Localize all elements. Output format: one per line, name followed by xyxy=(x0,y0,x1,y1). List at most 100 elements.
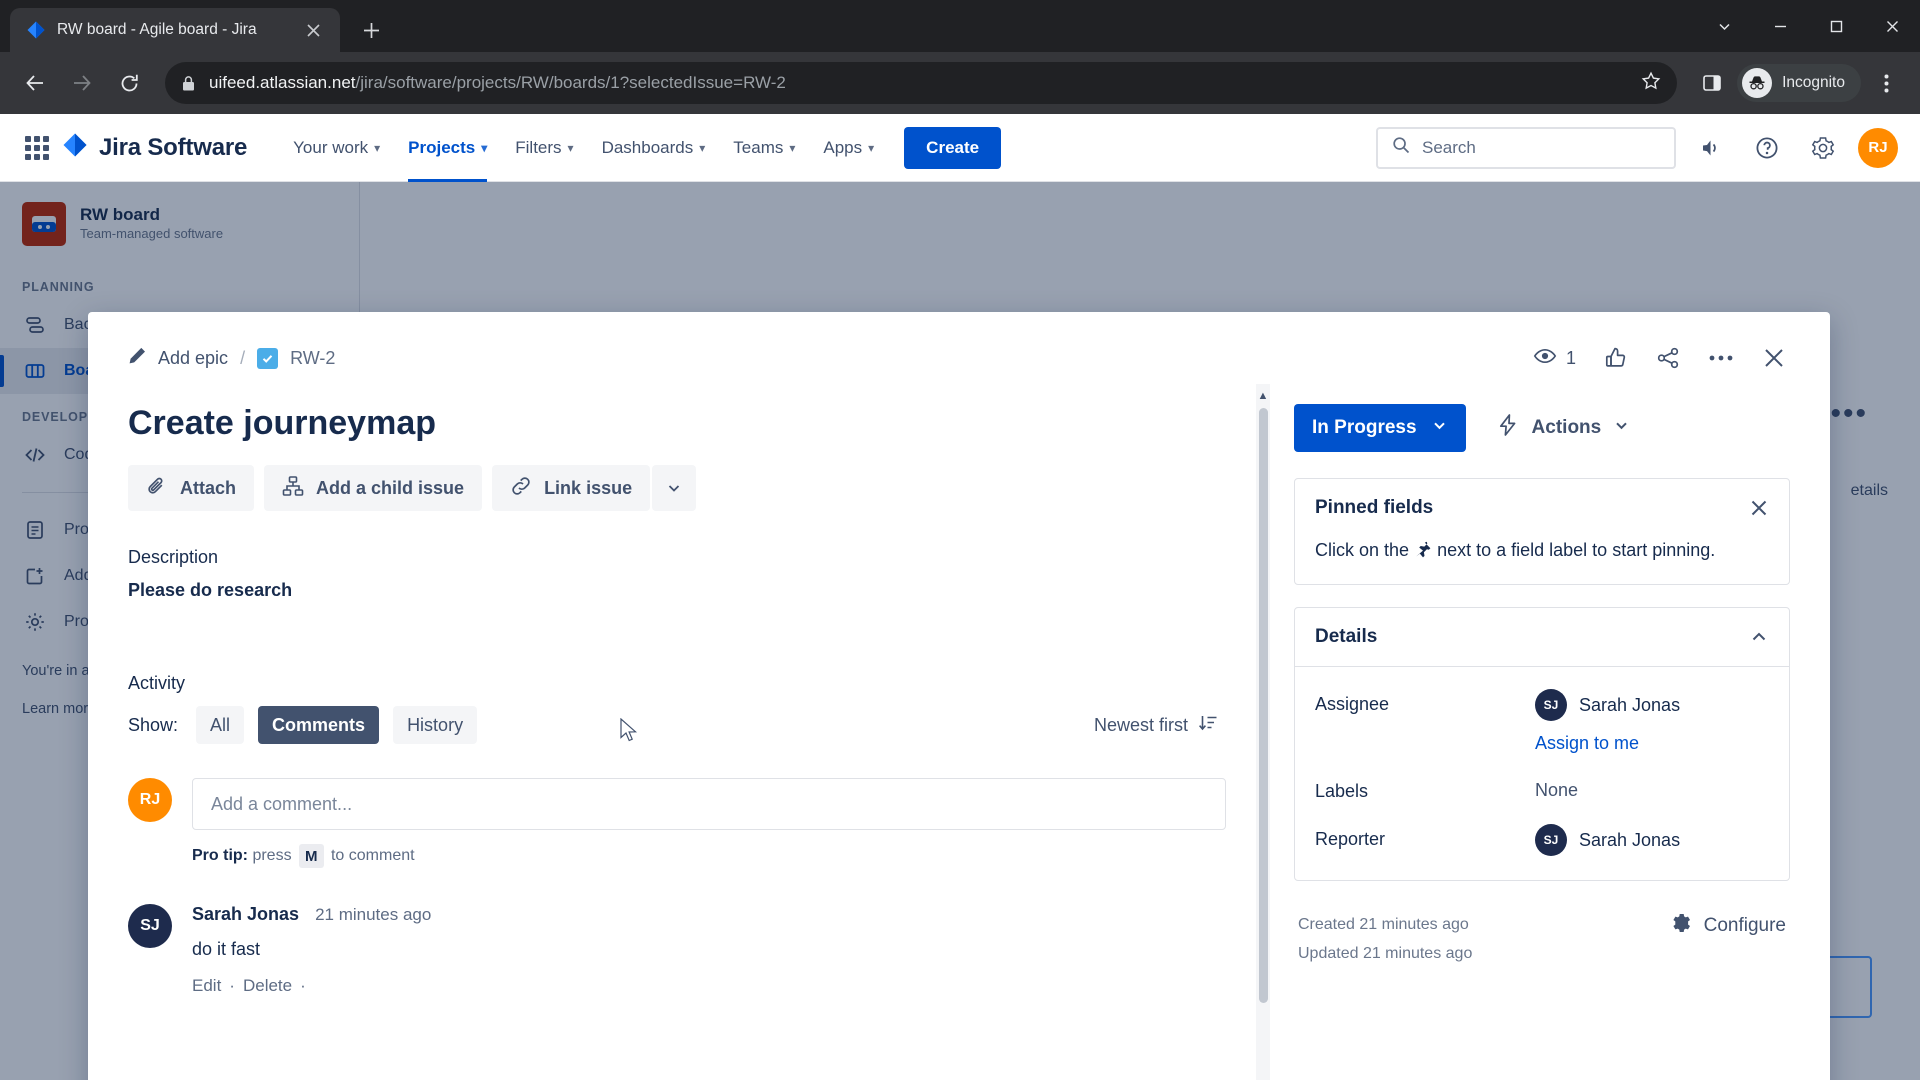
search-input[interactable]: Search xyxy=(1376,126,1676,169)
protip-suffix: to comment xyxy=(330,847,415,865)
filter-history[interactable]: History xyxy=(393,706,478,744)
back-icon[interactable] xyxy=(14,62,56,104)
protip-key: M xyxy=(299,844,324,868)
nav-item-apps[interactable]: Apps ▾ xyxy=(809,114,888,182)
eye-icon xyxy=(1533,344,1557,373)
field-label: Reporter xyxy=(1315,829,1386,849)
close-icon[interactable] xyxy=(300,17,326,43)
description-label: Description xyxy=(128,547,219,567)
breadcrumb: Add epic / RW-2 xyxy=(128,346,335,370)
chevron-down-icon[interactable] xyxy=(1696,0,1752,52)
nav-item-your-work[interactable]: Your work ▾ xyxy=(279,114,394,182)
field-labels: Labels None xyxy=(1315,776,1769,802)
nav-item-dashboards[interactable]: Dashboards ▾ xyxy=(588,114,720,182)
browser-chrome: RW board - Agile board - Jira uifeed.atl… xyxy=(0,0,1920,114)
chevron-up-icon[interactable] xyxy=(1749,627,1769,647)
link-issue-button[interactable]: Link issue xyxy=(492,465,651,511)
assign-to-me-link[interactable]: Assign to me xyxy=(1535,733,1680,754)
modal-body: Create journeymap Attach Add a child iss… xyxy=(88,384,1830,1080)
configure-button[interactable]: Configure xyxy=(1668,911,1786,941)
comment-delete-link[interactable]: Delete xyxy=(243,976,292,996)
actions-dropdown[interactable]: Actions xyxy=(1484,404,1643,452)
window-close-icon[interactable] xyxy=(1864,0,1920,52)
close-pinned-fields-button[interactable] xyxy=(1749,498,1769,518)
nav-item-filters[interactable]: Filters ▾ xyxy=(501,114,587,182)
create-button[interactable]: Create xyxy=(904,126,1002,169)
scrollbar-thumb[interactable] xyxy=(1258,408,1268,1003)
nav-item-projects[interactable]: Projects ▾ xyxy=(394,114,501,182)
comment-body: Sarah Jonas 21 minutes ago do it fast Ed… xyxy=(192,904,431,996)
labels-value[interactable]: None xyxy=(1535,776,1578,801)
share-button[interactable] xyxy=(1648,338,1688,378)
pencil-icon xyxy=(128,346,147,370)
status-dropdown[interactable]: In Progress xyxy=(1294,404,1466,452)
incognito-indicator[interactable]: Incognito xyxy=(1737,64,1861,102)
field-label: Labels xyxy=(1315,781,1369,801)
filter-comments[interactable]: Comments xyxy=(258,706,380,744)
paperclip-icon xyxy=(146,475,168,502)
jira-app: Jira Software Your work ▾ Projects ▾ Fil… xyxy=(0,114,1920,1080)
pin-icon xyxy=(1414,540,1437,560)
tab-title: RW board - Agile board - Jira xyxy=(57,21,257,38)
add-epic-button[interactable]: Add epic xyxy=(128,346,228,370)
comment-actions: Edit · Delete · xyxy=(192,976,431,996)
forward-icon[interactable] xyxy=(61,62,103,104)
timestamps: Created 21 minutes ago Updated 21 minute… xyxy=(1298,911,1472,969)
modal-header: Add epic / RW-2 1 xyxy=(88,312,1830,384)
assignee-name: Sarah Jonas xyxy=(1579,694,1681,715)
field-assignee: Assignee SJ Sarah Jonas Assign to me xyxy=(1315,689,1769,754)
pinned-fields-title: Pinned fields xyxy=(1315,497,1434,518)
like-button[interactable] xyxy=(1596,338,1636,378)
add-comment-row: RJ Add a comment... xyxy=(128,778,1226,830)
search-placeholder: Search xyxy=(1422,137,1476,157)
configure-label: Configure xyxy=(1703,915,1786,936)
side-panel-icon[interactable] xyxy=(1692,63,1732,103)
issue-title[interactable]: Create journeymap xyxy=(128,404,1226,443)
chevron-down-icon[interactable] xyxy=(652,465,697,511)
more-horizontal-icon[interactable] xyxy=(1700,338,1742,378)
lightning-bolt-icon xyxy=(1496,413,1520,443)
star-icon[interactable] xyxy=(1641,71,1661,96)
activity-label: Activity xyxy=(128,673,186,693)
description-text[interactable]: Please do research xyxy=(128,580,1226,601)
sort-control[interactable]: Newest first xyxy=(1094,713,1226,738)
close-modal-button[interactable] xyxy=(1754,338,1794,378)
pinned-fields-panel: Pinned fields Click on the next to a fie… xyxy=(1294,478,1790,585)
assignee-value[interactable]: SJ Sarah Jonas xyxy=(1535,689,1680,721)
link-icon xyxy=(510,475,532,502)
attach-button[interactable]: Attach xyxy=(128,465,255,511)
megaphone-icon[interactable] xyxy=(1690,127,1732,169)
comment-edit-link[interactable]: Edit xyxy=(192,976,221,996)
app-switcher-icon[interactable] xyxy=(20,131,54,165)
gear-icon[interactable] xyxy=(1802,127,1844,169)
watch-button[interactable]: 1 xyxy=(1525,338,1584,378)
add-child-issue-label: Add a child issue xyxy=(316,477,465,498)
sort-descending-icon xyxy=(1198,713,1218,738)
filter-all[interactable]: All xyxy=(196,706,245,744)
browser-tab[interactable]: RW board - Agile board - Jira xyxy=(10,8,340,52)
avatar[interactable]: RJ xyxy=(1858,127,1898,168)
maximize-icon[interactable] xyxy=(1808,0,1864,52)
field-reporter: Reporter SJ Sarah Jonas xyxy=(1315,824,1769,856)
reporter-value[interactable]: SJ Sarah Jonas xyxy=(1535,824,1680,856)
kebab-menu-icon[interactable] xyxy=(1866,63,1906,103)
reload-icon[interactable] xyxy=(108,62,150,104)
minimize-icon[interactable] xyxy=(1752,0,1808,52)
modal-scrollbar[interactable]: ▲ ▼ xyxy=(1256,384,1270,1080)
address-bar[interactable]: uifeed.atlassian.net/jira/software/proje… xyxy=(165,62,1678,104)
comment-input[interactable]: Add a comment... xyxy=(192,778,1226,830)
actions-label: Actions xyxy=(1531,417,1602,438)
status-row: In Progress Actions xyxy=(1294,404,1790,452)
updated-timestamp: Updated 21 minutes ago xyxy=(1298,944,1473,962)
details-header[interactable]: Details xyxy=(1295,608,1789,666)
new-tab-button[interactable] xyxy=(352,11,390,49)
chevron-down-icon: ▾ xyxy=(789,140,796,155)
add-child-issue-button[interactable]: Add a child issue xyxy=(264,465,483,511)
issue-key[interactable]: RW-2 xyxy=(290,348,335,369)
help-circle-icon[interactable] xyxy=(1746,127,1788,169)
nav-item-teams[interactable]: Teams ▾ xyxy=(719,114,809,182)
chevron-up-icon[interactable]: ▲ xyxy=(1258,390,1269,402)
jira-brand[interactable]: Jira Software xyxy=(62,132,247,163)
comment-author[interactable]: Sarah Jonas xyxy=(192,904,299,925)
scrollbar-track[interactable] xyxy=(1258,408,1268,1080)
